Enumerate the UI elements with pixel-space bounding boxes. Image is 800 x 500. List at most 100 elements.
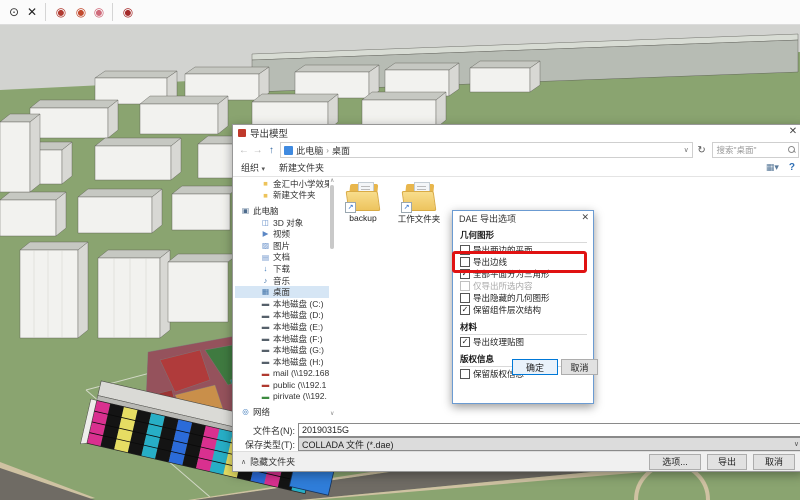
sidebar-scrollbar[interactable]: ∧ ∨ — [329, 177, 336, 421]
checkbox-row[interactable]: 保留组件层次结构 — [460, 304, 587, 316]
sidebar-item[interactable]: ■ 金汇中小学效果图 — [235, 178, 329, 190]
checkbox-label: 导出纹理贴图 — [473, 336, 524, 348]
sidebar-item[interactable]: ▬ public (\\192.1 — [235, 379, 329, 391]
forward-icon: → — [251, 145, 265, 156]
view-mode-icon[interactable]: ▦▾ — [766, 162, 779, 173]
sidebar-item-label: 本地磁盘 (D:) — [273, 309, 324, 321]
scrollbar-thumb[interactable] — [330, 185, 334, 249]
help-icon[interactable]: ? — [789, 162, 795, 173]
scroll-up-icon[interactable]: ∧ — [330, 177, 334, 184]
sidebar-item[interactable]: ▦ 桌面 — [235, 286, 329, 298]
folder-tile[interactable]: ↗ 工作文件夹 — [395, 181, 443, 225]
sidebar-item-icon: ▬ — [261, 346, 270, 354]
ok-button[interactable]: 确定 — [512, 359, 558, 375]
checkbox[interactable] — [460, 269, 470, 279]
sidebar-item[interactable]: ▬ mail (\\192.168 — [235, 368, 329, 380]
sidebar-item[interactable]: ▶ 视频 — [235, 228, 329, 240]
export-dialog-titlebar[interactable]: 导出模型 ✕ — [233, 125, 800, 140]
app-window: ⊙ ✕ ◉ ◉ ◉ ◉ 导出模型 ✕ ← → ↑ 此电脑 › 桌面 — [0, 0, 800, 500]
chevron-down-icon: ∨ — [794, 440, 799, 448]
sidebar-item-icon: ▬ — [261, 300, 270, 308]
sidebar-item[interactable]: ■ 新建文件夹 — [235, 190, 329, 202]
chevron-down-icon[interactable]: ∨ — [684, 146, 689, 154]
chevron-down-icon: ▾ — [262, 166, 266, 173]
divider — [460, 242, 587, 243]
sidebar-item-icon: ▤ — [261, 254, 270, 262]
dae-options-dialog: DAE 导出选项 ✕ 几何图形 导出两边的平面 导出边线 — [452, 210, 594, 404]
section-header-materials: 材料 — [460, 321, 587, 333]
sidebar-item-icon: ◫ — [261, 219, 270, 227]
dialog-bottom-bar: ∧ 隐藏文件夹 选项... 导出 取消 — [233, 451, 800, 471]
sidebar-item-icon: ▬ — [261, 335, 270, 343]
toolbar-icon[interactable]: ◉ — [90, 3, 108, 21]
dae-dialog-titlebar[interactable]: DAE 导出选项 ✕ — [453, 211, 593, 225]
search-input[interactable]: 搜索"桌面" — [712, 142, 799, 158]
sidebar-item-label: pirivate (\\192. — [273, 391, 327, 401]
checkbox-row[interactable]: 全部平面分为三角形 — [460, 268, 587, 280]
shortcut-arrow-icon: ↗ — [401, 202, 412, 213]
sidebar-item-icon: ▬ — [261, 323, 270, 331]
toolbar-icon[interactable]: ◉ — [45, 3, 72, 21]
sidebar-item[interactable]: ▣ 此电脑 — [235, 205, 329, 217]
checkbox-row[interactable]: 导出两边的平面 — [460, 244, 587, 256]
sidebar-item[interactable]: ♪ 音乐 — [235, 275, 329, 287]
sidebar-item[interactable]: ▬ 本地磁盘 (E:) — [235, 321, 329, 333]
close-icon[interactable]: ✕ — [581, 212, 589, 223]
close-icon[interactable]: ✕ — [786, 126, 800, 137]
up-icon[interactable]: ↑ — [265, 145, 279, 156]
toolbar-icon[interactable]: ✕ — [23, 3, 41, 21]
sidebar-item-icon: ▦ — [261, 288, 270, 296]
toolbar-icon[interactable]: ◉ — [72, 3, 90, 21]
sidebar-item-label: 桌面 — [273, 286, 290, 298]
sidebar-item-label: 本地磁盘 (C:) — [273, 298, 324, 310]
filename-input[interactable] — [298, 423, 800, 437]
sidebar-item-icon: ▨ — [261, 242, 270, 250]
cancel-button[interactable]: 取消 — [753, 454, 795, 470]
checkbox-row[interactable]: 仅导出所选内容 — [460, 280, 587, 292]
checkbox[interactable] — [460, 245, 470, 255]
sidebar-item-icon: ▬ — [261, 381, 270, 389]
organize-button[interactable]: 组织 ▾ — [241, 161, 265, 174]
organize-label: 组织 — [241, 163, 259, 173]
sidebar-item[interactable]: ▬ 本地磁盘 (G:) — [235, 344, 329, 356]
savetype-label: 保存类型(T): — [233, 438, 298, 451]
checkbox[interactable] — [460, 257, 470, 267]
sidebar-item[interactable]: ▨ 图片 — [235, 240, 329, 252]
checkbox-row[interactable]: 导出边线 — [460, 256, 587, 268]
sidebar-item[interactable]: ▬ 本地磁盘 (D:) — [235, 310, 329, 322]
breadcrumb-current[interactable]: 桌面 — [332, 144, 350, 157]
sidebar-item[interactable]: ◫ 3D 对象 — [235, 217, 329, 229]
export-button[interactable]: 导出 — [707, 454, 747, 470]
breadcrumb-root[interactable]: 此电脑 — [296, 144, 323, 157]
new-folder-button[interactable]: 新建文件夹 — [279, 161, 324, 174]
scroll-down-icon[interactable]: ∨ — [330, 410, 334, 417]
sidebar-item[interactable]: ▬ pirivate (\\192. — [235, 391, 329, 403]
checkbox[interactable] — [460, 293, 470, 303]
checkbox-row[interactable]: 导出隐藏的几何图形 — [460, 292, 587, 304]
sidebar-item[interactable]: ▬ 本地磁盘 (C:) — [235, 298, 329, 310]
checkbox[interactable] — [460, 337, 470, 347]
folder-shortcut-icon: ↗ — [346, 181, 380, 211]
sidebar-item[interactable]: ▤ 文档 — [235, 252, 329, 264]
breadcrumb[interactable]: 此电脑 › 桌面 ∨ — [280, 142, 692, 158]
sidebar-item-icon: ◎ — [241, 408, 250, 416]
checkbox[interactable] — [460, 281, 470, 291]
savetype-row: 保存类型(T): COLLADA 文件 (*.dae) ∨ — [233, 437, 800, 451]
dae-cancel-button[interactable]: 取消 — [561, 359, 598, 375]
search-placeholder: 搜索"桌面" — [716, 144, 756, 156]
options-button[interactable]: 选项... — [649, 454, 701, 470]
checkbox[interactable] — [460, 305, 470, 315]
toolbar-icon[interactable]: ◉ — [112, 3, 139, 21]
refresh-icon[interactable]: ↻ — [695, 145, 709, 156]
back-icon: ← — [237, 145, 251, 156]
sidebar-item[interactable]: ▬ 本地磁盘 (H:) — [235, 356, 329, 368]
sidebar-item-icon: ↓ — [261, 265, 270, 273]
checkbox-row[interactable]: 导出纹理贴图 — [460, 336, 587, 348]
savetype-select[interactable]: COLLADA 文件 (*.dae) ∨ — [298, 437, 800, 451]
folder-tile[interactable]: ↗ backup — [339, 181, 387, 223]
sidebar-item[interactable]: ▬ 本地磁盘 (F:) — [235, 333, 329, 345]
sidebar-item[interactable]: ↓ 下载 — [235, 263, 329, 275]
toolbar-icon[interactable]: ⊙ — [5, 3, 23, 21]
hide-folders-button[interactable]: ∧ 隐藏文件夹 — [241, 455, 295, 468]
sidebar-item[interactable]: ◎ 网络 — [235, 406, 329, 418]
